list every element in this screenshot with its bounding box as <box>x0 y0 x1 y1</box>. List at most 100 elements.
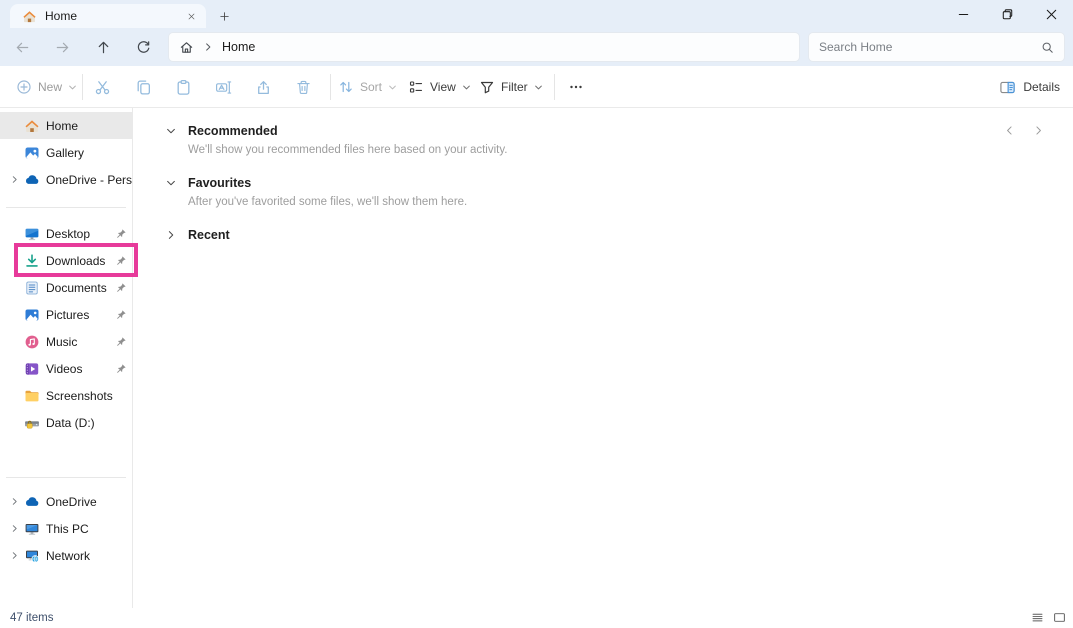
up-button[interactable] <box>87 31 119 63</box>
sidebar-item-documents[interactable]: Documents <box>0 274 132 301</box>
breadcrumb-item[interactable]: Home <box>222 40 255 54</box>
view-button[interactable]: View <box>408 71 471 103</box>
rename-button[interactable] <box>207 71 239 103</box>
chevron-right-icon[interactable] <box>6 521 22 537</box>
sidebar-item-onedrive[interactable]: OneDrive <box>0 488 132 515</box>
carousel-prev-icon[interactable] <box>1000 121 1018 139</box>
sidebar-section: Home Gallery OneDrive - Persona <box>0 112 132 193</box>
sidebar-item-onedrive-persona[interactable]: OneDrive - Persona <box>0 166 132 193</box>
chevron-right-icon[interactable] <box>164 228 178 242</box>
toolbar-divider <box>82 74 83 100</box>
item-count: 47 items <box>10 612 53 624</box>
copy-icon <box>135 79 152 96</box>
details-button[interactable]: Details <box>999 71 1060 103</box>
sidebar-item-home[interactable]: Home <box>0 112 132 139</box>
filter-button[interactable]: Filter <box>479 71 543 103</box>
sidebar-item-music[interactable]: Music <box>0 328 132 355</box>
refresh-button[interactable] <box>127 31 159 63</box>
home-outline-icon[interactable] <box>179 40 194 55</box>
section-description: After you've favorited some files, we'll… <box>188 196 1073 212</box>
pin-icon <box>116 255 127 266</box>
section-header-recommended[interactable]: Recommended <box>164 120 1073 142</box>
share-button[interactable] <box>247 71 279 103</box>
new-tab-button[interactable] <box>215 7 234 26</box>
sidebar-item-gallery[interactable]: Gallery <box>0 139 132 166</box>
carousel-next-icon[interactable] <box>1029 121 1047 139</box>
sidebar-item-desktop[interactable]: Desktop <box>0 220 132 247</box>
sidebar-section: OneDrive This PCNetwork <box>0 488 132 569</box>
sidebar-item-label: OneDrive - Persona <box>46 173 132 187</box>
tab-close-icon[interactable] <box>182 7 200 25</box>
pin-icon <box>116 282 127 293</box>
home-icon <box>24 118 40 134</box>
documents-icon <box>24 280 40 296</box>
sidebar-item-label: Music <box>46 335 116 349</box>
paste-button[interactable] <box>167 71 199 103</box>
copy-button[interactable] <box>127 71 159 103</box>
view-layout-icon <box>408 79 424 95</box>
chevron-spacer <box>6 226 22 242</box>
chevron-down-icon[interactable] <box>164 176 178 190</box>
pictures-icon <box>24 307 40 323</box>
toolbar-divider <box>330 74 331 100</box>
back-button[interactable] <box>6 31 38 63</box>
folder-icon <box>24 388 40 404</box>
large-view-icon[interactable] <box>1053 611 1066 624</box>
minimize-button[interactable] <box>941 0 985 28</box>
chevron-spacer <box>6 334 22 350</box>
delete-button[interactable] <box>287 71 319 103</box>
content-section-recent: Recent <box>164 224 1073 246</box>
chevron-down-icon <box>388 83 397 92</box>
search-input[interactable] <box>819 40 1041 54</box>
sidebar-item-label: Pictures <box>46 308 116 322</box>
section-header-favourites[interactable]: Favourites <box>164 172 1073 194</box>
sidebar-item-label: Desktop <box>46 227 116 241</box>
chevron-right-icon[interactable] <box>6 494 22 510</box>
chevron-spacer <box>6 118 22 134</box>
cut-button[interactable] <box>86 71 118 103</box>
titlebar: Home <box>0 0 1073 28</box>
main-content: Recommended We'll show you recommended fi… <box>133 108 1073 608</box>
close-button[interactable] <box>1029 0 1073 28</box>
chevron-right-icon[interactable] <box>6 548 22 564</box>
sidebar-item-label: Home <box>46 119 132 133</box>
search-box[interactable] <box>808 32 1065 62</box>
chevron-right-icon[interactable] <box>203 42 213 52</box>
content-section-recommended: Recommended We'll show you recommended fi… <box>164 120 1073 160</box>
chevron-right-icon[interactable] <box>6 172 22 188</box>
tab-title: Home <box>45 9 182 23</box>
sidebar-section-divider <box>6 477 126 478</box>
chevron-spacer <box>6 145 22 161</box>
forward-button[interactable] <box>46 31 78 63</box>
section-description: We'll show you recommended files here ba… <box>188 144 1073 160</box>
sort-button[interactable]: Sort <box>338 71 397 103</box>
pin-icon <box>116 336 127 347</box>
sidebar-item-downloads[interactable]: Downloads <box>0 247 132 274</box>
see-more-button[interactable] <box>560 71 592 103</box>
sidebar-item-network[interactable]: Network <box>0 542 132 569</box>
chevron-spacer <box>6 388 22 404</box>
sidebar-item-pictures[interactable]: Pictures <box>0 301 132 328</box>
videos-icon <box>24 361 40 377</box>
breadcrumb[interactable]: Home <box>168 32 800 62</box>
this-pc-icon <box>24 521 40 537</box>
sidebar-item-data-d[interactable]: Data (D:) <box>0 409 132 436</box>
trash-icon <box>295 79 312 96</box>
music-icon <box>24 334 40 350</box>
chevron-down-icon[interactable] <box>164 124 178 138</box>
sidebar-item-screenshots[interactable]: Screenshots <box>0 382 132 409</box>
desktop-icon <box>24 226 40 242</box>
sidebar-item-this-pc[interactable]: This PC <box>0 515 132 542</box>
sidebar-item-label: OneDrive <box>46 495 132 509</box>
restore-button[interactable] <box>985 0 1029 28</box>
funnel-icon <box>479 79 495 95</box>
section-header-recent[interactable]: Recent <box>164 224 1073 246</box>
tab-home[interactable]: Home <box>10 4 206 28</box>
sidebar-item-label: Videos <box>46 362 116 376</box>
new-button[interactable]: New <box>10 71 83 103</box>
sidebar-item-videos[interactable]: Videos <box>0 355 132 382</box>
network-icon <box>24 548 40 564</box>
command-toolbar: New Sort View Filter Details <box>0 66 1073 108</box>
section-title: Favourites <box>188 176 251 190</box>
list-view-icon[interactable] <box>1031 611 1044 624</box>
